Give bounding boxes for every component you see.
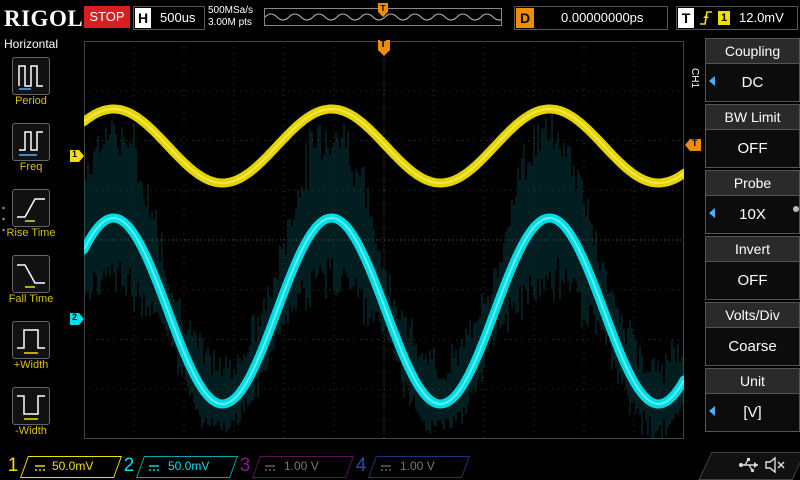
trigger-level-marker[interactable]: T — [685, 138, 701, 151]
sidebar-item-negative-width[interactable]: -Width — [0, 387, 62, 451]
sample-rate: 500MSa/s — [208, 5, 254, 16]
page-dot-icon — [793, 206, 799, 212]
delay-badge: D — [516, 8, 534, 28]
top-status-bar: RIGOL STOP H 500us 500MSa/s 3.00M pts T … — [0, 0, 800, 37]
menu-label: Coupling — [705, 38, 800, 64]
rise-time-icon — [12, 189, 50, 227]
dc-coupling-icon — [265, 465, 275, 471]
trigger-badge: T — [678, 8, 694, 28]
sidebar-item-fall-time[interactable]: Fall Time — [0, 255, 62, 319]
trigger-position-icon: T — [378, 3, 388, 17]
sidebar-item-label: Rise Time — [6, 227, 56, 239]
graticule-and-traces — [79, 41, 689, 443]
run-stop-status[interactable]: STOP — [84, 6, 130, 28]
menu-value: 10X — [705, 195, 800, 234]
graticule-grid — [84, 41, 684, 439]
timebase-display[interactable]: H 500us — [133, 6, 205, 30]
sidebar-item-label: +Width — [13, 359, 49, 371]
ch1-offset-marker[interactable]: 1 — [70, 149, 84, 162]
channel-3-status[interactable]: 3 1.00 V — [236, 454, 355, 478]
menu-label: Volts/Div — [705, 302, 800, 328]
acquisition-info: 500MSa/s 3.00M pts — [208, 5, 253, 29]
ch2-offset-marker[interactable]: 2 — [70, 312, 84, 325]
menu-invert[interactable]: Invert OFF — [705, 236, 800, 300]
sidebar-item-label: Freq — [19, 161, 43, 173]
waveform-display[interactable] — [79, 41, 689, 443]
menu-label: Probe — [705, 170, 800, 196]
channel-scale: 50.0mV — [168, 459, 210, 473]
trigger-source-badge: 1 — [718, 11, 730, 25]
trigger-level-label: T — [692, 138, 698, 148]
sidebar-item-rise-time[interactable]: Rise Time — [0, 189, 62, 253]
menu-value: OFF — [705, 129, 800, 168]
sidebar-item-label: Fall Time — [8, 293, 54, 305]
left-arrow-icon — [709, 406, 715, 416]
ch1-waveform — [79, 104, 689, 188]
horizontal-badge: H — [135, 8, 151, 28]
trigger-level-value: 12.0mV — [739, 10, 784, 25]
negative-width-icon — [12, 387, 50, 425]
positive-width-icon — [12, 321, 50, 359]
frequency-icon — [12, 123, 50, 161]
menu-label: BW Limit — [705, 104, 800, 130]
channel-scale: 1.00 V — [400, 459, 435, 473]
channel-number: 3 — [239, 455, 251, 476]
menu-bw-limit[interactable]: BW Limit OFF — [705, 104, 800, 168]
menu-label: Unit — [705, 368, 800, 394]
sidebar-item-label: -Width — [15, 425, 47, 437]
measure-sidebar: Horizontal Period Freq Rise Time Fall Ti… — [0, 37, 62, 447]
left-arrow-icon — [709, 208, 715, 218]
fall-time-icon — [12, 255, 50, 293]
menu-coupling[interactable]: Coupling DC — [705, 38, 800, 102]
sidebar-item-label: Period — [15, 95, 47, 107]
menu-value: [V] — [705, 393, 800, 432]
channel-menu: Coupling DC BW Limit OFF Probe 10X Inver… — [705, 38, 800, 440]
menu-label: Invert — [705, 236, 800, 262]
trigger-display[interactable]: T 1 12.0mV — [676, 6, 798, 30]
channel-scale: 50.0mV — [52, 459, 94, 473]
timebase-value: 500us — [160, 10, 196, 25]
channel-scale: 1.00 V — [284, 459, 319, 473]
rising-edge-icon — [700, 11, 712, 25]
sidebar-item-period[interactable]: Period — [0, 57, 62, 121]
sidebar-title: Horizontal — [3, 37, 59, 51]
channel-1-status[interactable]: 1 50.0mV — [4, 454, 123, 478]
speaker-muted-icon[interactable] — [764, 455, 786, 475]
ch1-marker-label: 1 — [72, 149, 78, 159]
trigger-time-label: T — [380, 39, 387, 50]
menu-probe[interactable]: Probe 10X — [705, 170, 800, 234]
delay-display[interactable]: D 0.00000000ps — [514, 6, 668, 30]
ch2-marker-label: 2 — [72, 312, 78, 322]
menu-volts-div[interactable]: Volts/Div Coarse — [705, 302, 800, 366]
memory-depth: 3.00M pts — [208, 17, 252, 28]
channel-status-bar: 1 50.0mV 2 50.0mV 3 1.00 V 4 1.00 V — [0, 450, 800, 480]
left-arrow-icon — [709, 76, 715, 86]
channel-number: 1 — [7, 455, 19, 476]
sidebar-item-positive-width[interactable]: +Width — [0, 321, 62, 385]
channel-number: 2 — [123, 455, 135, 476]
channel-number: 4 — [355, 455, 367, 476]
dc-coupling-icon — [149, 465, 159, 471]
channel-2-status[interactable]: 2 50.0mV — [120, 454, 239, 478]
menu-channel-tag: CH1 — [689, 68, 700, 89]
period-icon — [12, 57, 50, 95]
menu-value: Coarse — [705, 327, 800, 366]
menu-unit[interactable]: Unit [V] — [705, 368, 800, 432]
usb-icon — [739, 458, 758, 473]
brand-logo: RIGOL — [4, 6, 84, 31]
sidebar-item-freq[interactable]: Freq — [0, 123, 62, 187]
dc-coupling-icon — [381, 465, 391, 471]
delay-value: 0.00000000ps — [561, 10, 644, 25]
trigger-time-marker[interactable]: T — [378, 39, 390, 56]
channel-4-status[interactable]: 4 1.00 V — [352, 454, 471, 478]
menu-value: DC — [705, 63, 800, 102]
dc-coupling-icon — [35, 465, 45, 471]
menu-value: OFF — [705, 261, 800, 300]
svg-text:T: T — [381, 4, 386, 13]
